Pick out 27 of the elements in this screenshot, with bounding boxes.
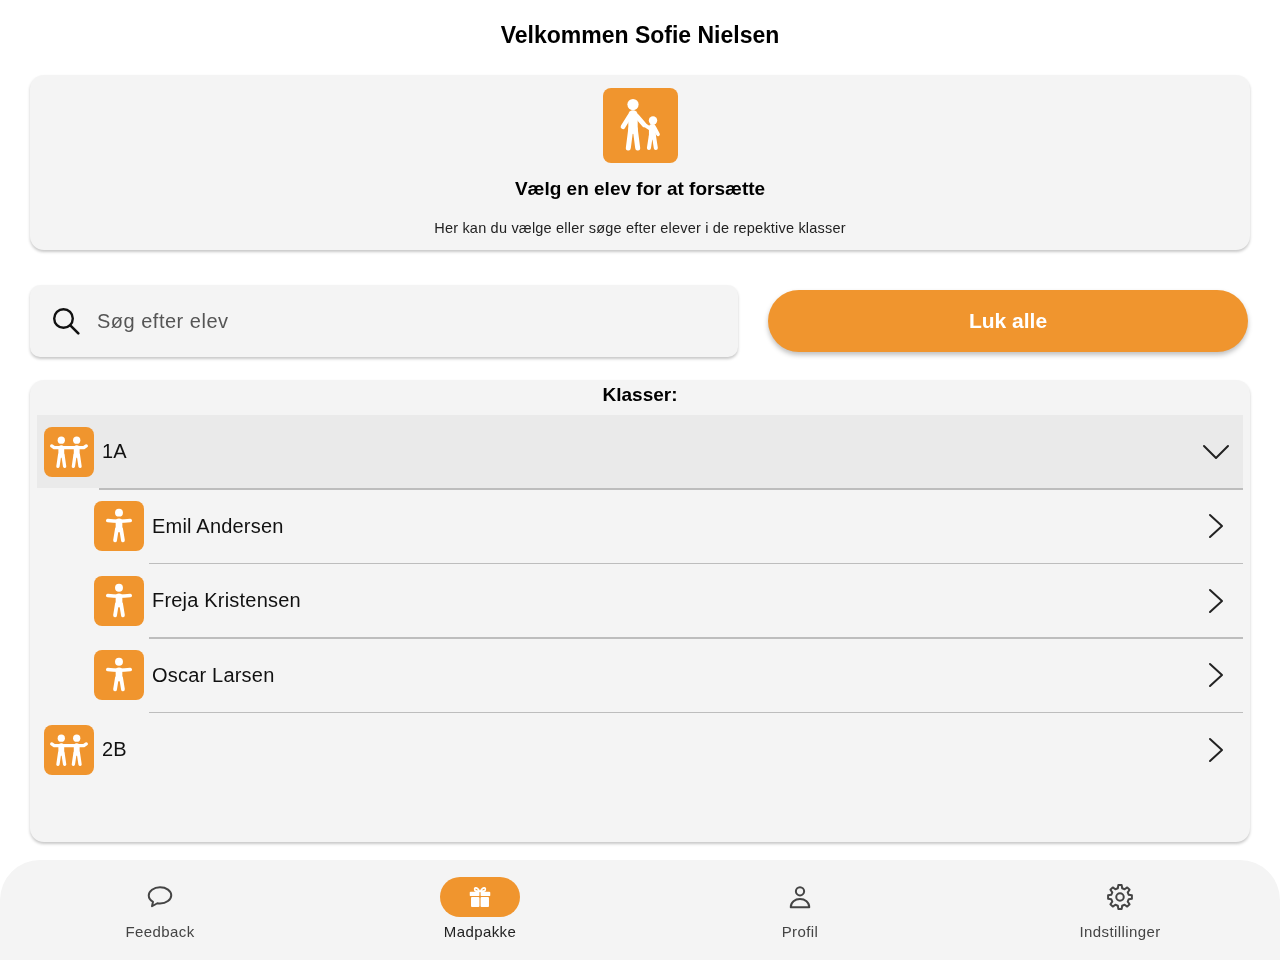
classes-heading: Klasser: bbox=[601, 384, 679, 406]
student-row[interactable]: Freja Kristensen bbox=[37, 564, 1243, 637]
chevron-right-icon bbox=[1208, 587, 1224, 614]
person-icon bbox=[94, 501, 144, 551]
two-people-icon bbox=[44, 426, 94, 477]
nav-tab[interactable]: Madpakke bbox=[440, 877, 520, 941]
gift-icon bbox=[440, 877, 520, 917]
student-row[interactable]: Oscar Larsen bbox=[37, 638, 1243, 712]
class-row[interactable]: 2B bbox=[37, 713, 1243, 786]
search-icon bbox=[52, 307, 80, 335]
welcome-title: Velkommen Sofie Nielsen bbox=[500, 21, 780, 50]
intro-description: Her kan du vælge eller søge efter elever i de repektive klasser bbox=[434, 219, 846, 237]
person-icon bbox=[94, 575, 144, 626]
chevron-right-icon bbox=[1208, 662, 1224, 688]
intro-heading: Vælg en elev for at forsætte bbox=[514, 177, 766, 201]
nav-tab[interactable]: Feedback bbox=[125, 877, 195, 941]
gear-icon bbox=[1105, 882, 1135, 912]
two-people-icon bbox=[44, 724, 94, 775]
nav-tab[interactable]: Indstillinger bbox=[1079, 877, 1161, 941]
search-input[interactable]: Søg efter elev bbox=[97, 306, 718, 336]
nav-tab[interactable]: Profil bbox=[781, 877, 819, 941]
class-row[interactable]: 1A bbox=[37, 415, 1243, 488]
search-field[interactable]: Søg efter elev bbox=[30, 285, 738, 357]
chevron-right-icon bbox=[1208, 513, 1224, 539]
adult-and-child-icon bbox=[602, 88, 678, 163]
student-row[interactable]: Emil Andersen bbox=[37, 489, 1243, 563]
person-icon bbox=[94, 650, 144, 700]
